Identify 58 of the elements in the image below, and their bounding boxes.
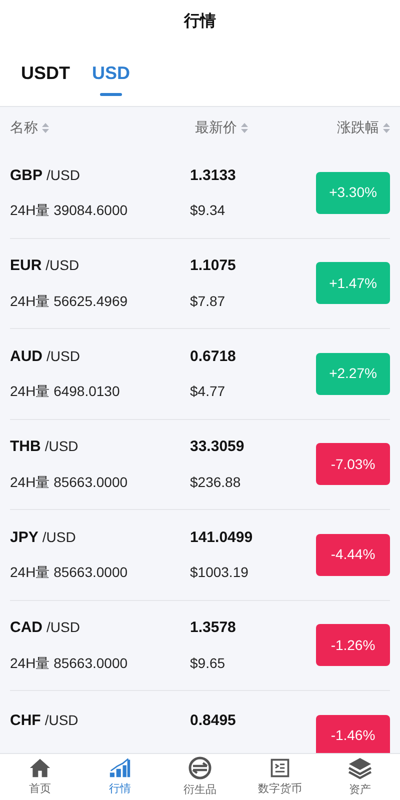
column-header: 名称 <box>10 118 38 137</box>
page-title: 行情 <box>184 12 216 32</box>
column-header: 涨跌幅 <box>337 118 379 137</box>
volume-text: 24H量 85663.0000 <box>10 563 129 582</box>
quote-currency: /USD <box>44 711 78 730</box>
usd-price-text: $9.34 <box>190 201 226 220</box>
bar-chart-icon <box>109 756 131 779</box>
usd-price-text: $7.87 <box>190 292 226 310</box>
change-badge: +3.30% <box>316 172 390 214</box>
nav-item[interactable]: 衍生品 <box>160 754 240 800</box>
document-icon <box>269 756 291 779</box>
currency-tab[interactable]: USDT <box>12 60 79 96</box>
currency-symbol: EUR <box>10 256 42 276</box>
home-icon <box>29 756 51 779</box>
quote-currency: /USD <box>46 346 80 366</box>
currency-symbol: THB <box>10 437 41 457</box>
price-text: 1.3133 <box>190 166 236 186</box>
usd-price-text: $1003.19 <box>190 563 248 582</box>
volume-text: 24H量 85663.0000 <box>10 654 129 672</box>
change-badge: -4.44% <box>316 534 390 576</box>
change-badge: -1.26% <box>316 624 390 666</box>
change-badge: +1.47% <box>316 262 390 304</box>
usd-price-text: $236.88 <box>190 472 241 492</box>
nav-item[interactable]: 资产 <box>320 754 400 800</box>
sort-icon <box>241 122 248 132</box>
quote-currency: /USD <box>46 166 80 184</box>
nav-item[interactable]: 首页 <box>0 754 80 800</box>
price-text: 0.8495 <box>190 711 236 731</box>
usd-price-text: $9.65 <box>190 654 226 672</box>
currency-tab[interactable]: USD <box>83 60 140 96</box>
nav-item[interactable]: 数字货币 <box>240 754 320 800</box>
currency-symbol: GBP <box>10 166 43 186</box>
volume-text: 24H量 6498.0130 <box>10 382 121 401</box>
sort-icon <box>42 122 49 132</box>
volume-text: 24H量 39084.6000 <box>10 201 129 220</box>
quote-currency: /USD <box>44 437 78 456</box>
quote-currency: /USD <box>42 528 76 546</box>
currency-symbol: JPY <box>10 528 38 548</box>
currency-symbol: AUD <box>10 346 42 366</box>
currency-symbol: CAD <box>10 618 42 638</box>
price-text: 1.3578 <box>190 618 236 638</box>
column-header: 最新价 <box>195 118 237 137</box>
layers-icon <box>348 756 372 780</box>
volume-text: 24H量 56625.4969 <box>10 292 129 310</box>
currency-symbol: CHF <box>10 711 41 731</box>
price-text: 141.0499 <box>190 528 253 548</box>
quote-currency: /USD <box>46 256 80 275</box>
price-text: 1.1075 <box>190 256 236 276</box>
sort-icon <box>383 122 390 132</box>
usd-price-text: $4.77 <box>190 382 226 401</box>
change-badge: -7.03% <box>316 443 390 486</box>
price-text: 0.6718 <box>190 346 236 366</box>
nav-item[interactable]: 行情 <box>80 754 160 800</box>
price-text: 33.3059 <box>190 437 244 457</box>
quote-currency: /USD <box>46 618 80 637</box>
change-badge: +2.27% <box>316 352 390 395</box>
exchange-icon <box>188 756 212 780</box>
volume-text: 24H量 85663.0000 <box>10 472 129 492</box>
